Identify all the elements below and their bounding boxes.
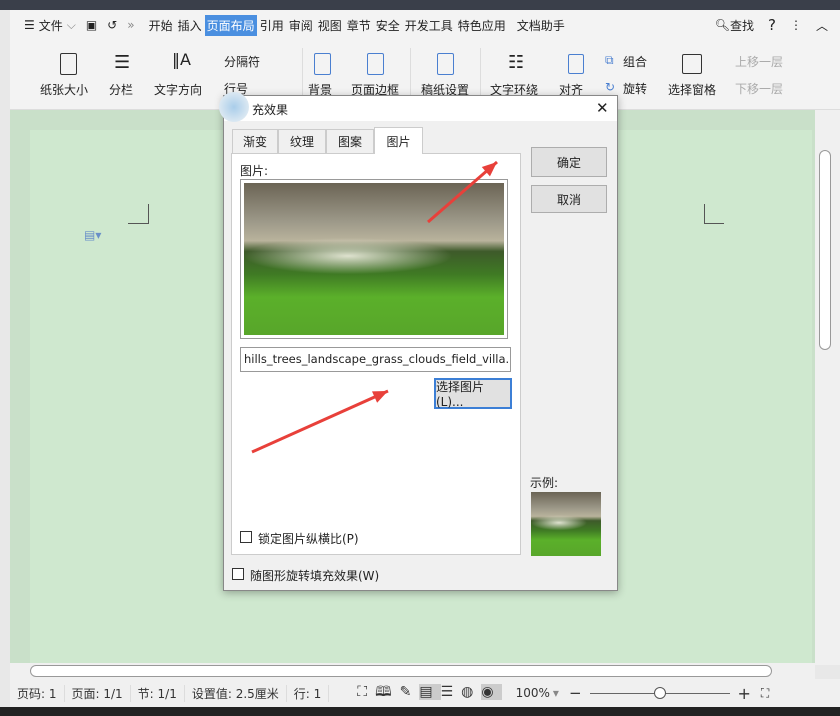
red-arrow (251, 389, 389, 454)
tab-picture[interactable]: 图片 (374, 127, 423, 154)
annotation-arrows (251, 160, 498, 454)
